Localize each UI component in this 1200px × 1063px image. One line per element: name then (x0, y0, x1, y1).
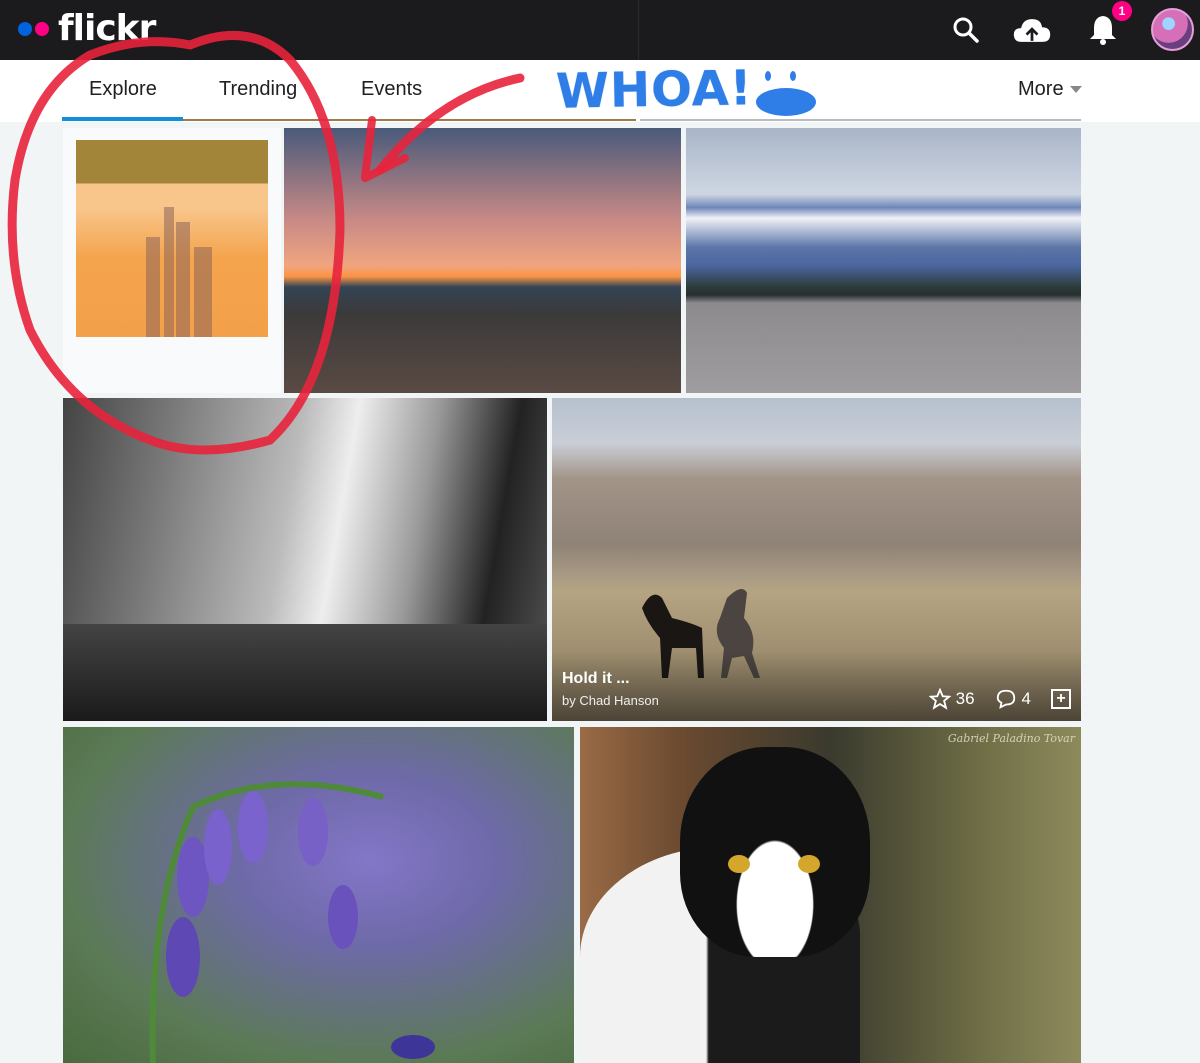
more-menu-button[interactable]: More (1018, 78, 1082, 101)
photo-tile-polaroid-skyline[interactable] (63, 128, 281, 393)
building-shape (146, 237, 160, 337)
tab-trending[interactable]: Trending (219, 78, 297, 101)
tab-events[interactable]: Events (361, 78, 422, 101)
logo-text: flickr (58, 8, 156, 49)
tab-explore[interactable]: Explore (89, 78, 157, 101)
comment-count: 4 (1021, 689, 1031, 708)
cat-eye-left (728, 855, 750, 873)
street-ground (63, 624, 547, 721)
polaroid-image (76, 140, 268, 337)
photo-tile-bluebells[interactable] (63, 727, 574, 1063)
building-shape (164, 207, 174, 337)
upload-cloud-icon (1013, 19, 1051, 42)
photo-tile-sunset-beach[interactable] (284, 128, 681, 393)
top-navigation-bar: flickr 1 (0, 0, 1200, 60)
notifications-bell-icon (1090, 16, 1116, 45)
photographer-watermark: Gabriel Paladino Tovar (947, 732, 1075, 745)
plus-icon: + (1056, 690, 1066, 707)
fave-button[interactable]: 36 (928, 688, 975, 710)
search-icon (953, 17, 979, 43)
active-tab-indicator (62, 117, 183, 121)
topbar-divider (638, 0, 639, 60)
flickr-logo[interactable]: flickr (18, 8, 156, 49)
photo-author[interactable]: by Chad Hanson (562, 693, 659, 708)
photo-tile-street-bw[interactable] (63, 398, 547, 721)
add-to-gallery-button[interactable]: + (1051, 689, 1071, 709)
more-label: More (1018, 78, 1064, 100)
logo-blue-dot (18, 21, 32, 36)
notification-count-badge: 1 (1112, 1, 1132, 21)
search-button[interactable] (946, 10, 986, 50)
photo-stats: 36 4 + (928, 688, 1071, 710)
comment-icon (996, 689, 1015, 709)
upload-button[interactable] (1012, 10, 1052, 50)
logo-pink-dot (35, 21, 49, 36)
comment-button[interactable]: 4 (995, 688, 1031, 710)
bluebell-flowers (149, 781, 435, 1063)
building-shape (194, 247, 212, 337)
building-shape (176, 222, 190, 337)
dropdown-caret-icon (1069, 86, 1082, 94)
photo-title[interactable]: Hold it ... (562, 670, 630, 688)
photo-info-overlay (552, 651, 1081, 721)
photo-tile-cat[interactable]: Gabriel Paladino Tovar (580, 727, 1081, 1063)
photo-tile-horses[interactable]: Hold it ... by Chad Hanson 36 4 + (552, 398, 1081, 721)
tab-divider-line-right (640, 119, 1081, 121)
star-icon (928, 688, 951, 710)
whoa-handwritten-text: WHOA! (555, 60, 754, 120)
photo-tile-mountain-lake[interactable] (686, 128, 1081, 393)
fave-count: 36 (955, 689, 975, 708)
user-avatar[interactable] (1151, 8, 1194, 51)
cat-head (680, 747, 870, 957)
cat-eye-right (798, 855, 820, 873)
